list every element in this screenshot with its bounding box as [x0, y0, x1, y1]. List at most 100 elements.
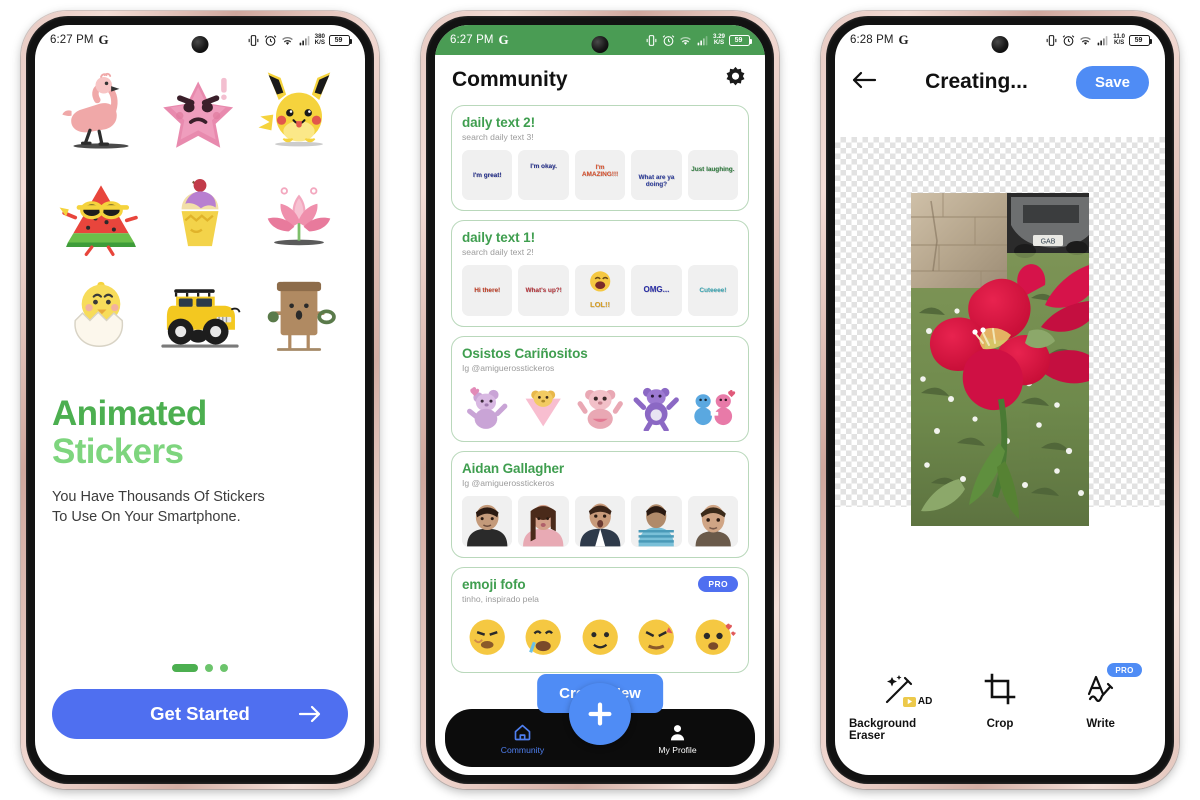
pack-thumbnails [462, 380, 739, 432]
svg-text:GAB: GAB [1041, 238, 1056, 245]
flamingo-sticker [52, 61, 149, 161]
sticker-text: Cuteeee! [699, 287, 727, 295]
page-title: Animated Stickers [52, 395, 348, 471]
editor-canvas[interactable]: GAB [835, 109, 1165, 655]
editor-tools: AD Background Eraser Crop PRO Write [835, 655, 1165, 775]
sticker-thumb[interactable]: I'm AMAZING!!! [574, 150, 626, 201]
sticker-thumb[interactable] [631, 611, 682, 663]
pack-thumbnails [462, 611, 739, 663]
emoji-sticker [582, 619, 618, 655]
flower-photo[interactable]: GAB [911, 192, 1089, 526]
sticker-text: Just laughing. [691, 165, 735, 173]
pikachu-sticker [251, 61, 348, 161]
sticker-thumb[interactable] [687, 496, 739, 547]
sticker-text: OMG... [643, 285, 670, 295]
tool-crop[interactable]: Crop [950, 669, 1051, 730]
status-time: 6:27 PM [450, 34, 494, 46]
battery-level: 59 [734, 36, 743, 44]
sticker-thumb[interactable]: What's up?! [518, 265, 569, 316]
sticker-thumb[interactable] [574, 611, 626, 663]
sticker-thumb[interactable]: I'm great! [462, 150, 513, 201]
phone-editor: 6:28 PM G 11.0 K/S 59 Creating... Save G… [800, 0, 1200, 800]
sticker-thumb[interactable]: OMG... [631, 265, 682, 316]
sticker-thumb[interactable] [462, 611, 513, 663]
battery-level: 59 [1134, 36, 1143, 44]
status-left: 6:27 PM G [50, 32, 109, 48]
sticker-thumb[interactable] [462, 380, 513, 432]
sticker-text: What are ya doing? [638, 174, 675, 189]
sticker-thumb[interactable] [687, 611, 739, 663]
get-started-button[interactable]: Get Started [52, 689, 348, 739]
sticker-pack-card[interactable]: PRO emoji fofo tinho, inspirado pela [451, 566, 749, 674]
back-button[interactable] [851, 70, 877, 95]
sticker-thumb[interactable] [462, 496, 513, 547]
pack-thumbnails: Hi there! What's up?! LOL!! OMG... Cutee… [462, 265, 739, 316]
network-speed: 380 K/S [314, 33, 325, 47]
emoji-sticker [525, 619, 562, 655]
signal-icon [299, 35, 310, 45]
gear-icon[interactable] [723, 65, 748, 95]
network-speed: 3.29 K/S [713, 33, 725, 47]
create-new-fab[interactable] [569, 683, 631, 745]
sticker-thumb[interactable] [574, 496, 626, 547]
page-title: Creating... [925, 70, 1028, 93]
sticker-thumb[interactable] [574, 380, 626, 432]
sticker-thumb[interactable] [687, 380, 739, 432]
screen-community: 6:27 PM G 3.29 K/S 59 Community daily te… [435, 25, 765, 775]
red-amaryllis-flower-photo: GAB [911, 192, 1089, 526]
sticker-thumb[interactable]: What are ya doing? [631, 150, 682, 201]
phone-community: 6:27 PM G 3.29 K/S 59 Community daily te… [400, 0, 800, 800]
tool-write[interactable]: PRO Write [1050, 663, 1151, 730]
emoji-sticker [469, 619, 505, 655]
camera-punch-hole [591, 36, 609, 53]
status-left: 6:28 PM G [850, 32, 909, 48]
person-icon [670, 724, 685, 740]
hatching-chick-sticker [52, 265, 149, 365]
sticker-thumb[interactable] [518, 496, 569, 547]
crop-icon [984, 669, 1016, 709]
sticker-text: I'm AMAZING!!! [581, 164, 619, 179]
sticker-thumb[interactable] [518, 380, 569, 432]
sticker-thumb[interactable] [631, 496, 682, 547]
sticker-pack-card[interactable]: daily text 2! search daily text 3! I'm g… [451, 105, 749, 212]
pack-name: Aidan Gallagher [462, 461, 565, 477]
pager-dot-1[interactable] [172, 664, 198, 672]
status-left: 6:27 PM G [450, 32, 509, 48]
sticker-thumb[interactable]: LOL!! [574, 265, 626, 316]
vibrate-icon [646, 34, 657, 46]
google-logo-icon: G [498, 32, 509, 47]
pager-dot-3[interactable] [220, 664, 228, 672]
sticker-thumb[interactable] [631, 380, 682, 432]
sticker-pack-card[interactable]: daily text 1! search daily text 2! Hi th… [451, 220, 749, 327]
battery-icon: 59 [729, 34, 752, 46]
arrow-left-icon [852, 71, 877, 88]
sticker-thumb[interactable]: Just laughing. [687, 150, 739, 201]
sticker-thumb[interactable]: Hi there! [462, 265, 513, 316]
sticker-pack-card[interactable]: Osistos Cariñositos Ig @amiguerossticker… [451, 335, 749, 443]
title-line-2: Stickers [52, 431, 184, 471]
pager-dot-2[interactable] [205, 664, 213, 672]
status-right: 380 K/S 59 [247, 33, 352, 47]
sticker-text: LOL!! [590, 300, 611, 310]
yellow-jeep-sticker [151, 265, 248, 365]
phone-inner-bezel: 6:28 PM G 11.0 K/S 59 Creating... Save G… [826, 16, 1174, 784]
care-bear-sticker [633, 387, 680, 432]
wood-character-sticker [251, 265, 348, 365]
tool-background-eraser[interactable]: AD Background Eraser [849, 669, 950, 742]
pager-dots[interactable] [52, 664, 348, 672]
ad-label: AD [917, 696, 933, 707]
community-header: Community [435, 55, 765, 105]
tool-label: Crop [986, 718, 1014, 730]
sticker-thumb[interactable]: Cuteeee! [687, 265, 739, 316]
lotus-flower-sticker [251, 163, 348, 263]
sticker-thumb[interactable] [518, 611, 569, 663]
sticker-pack-card[interactable]: Aidan Gallagher Ig @amiguerosstickeros [451, 451, 749, 558]
pack-subtitle: search daily text 2! [462, 247, 534, 258]
battery-icon: 59 [1129, 34, 1152, 46]
save-button[interactable]: Save [1075, 65, 1149, 99]
person-photo-sticker [631, 496, 682, 547]
pro-badge: PRO [1107, 663, 1142, 677]
sticker-thumb[interactable]: I'm okay. [518, 150, 569, 201]
ice-cream-sticker [151, 163, 248, 263]
network-speed-unit: K/S [314, 39, 325, 46]
